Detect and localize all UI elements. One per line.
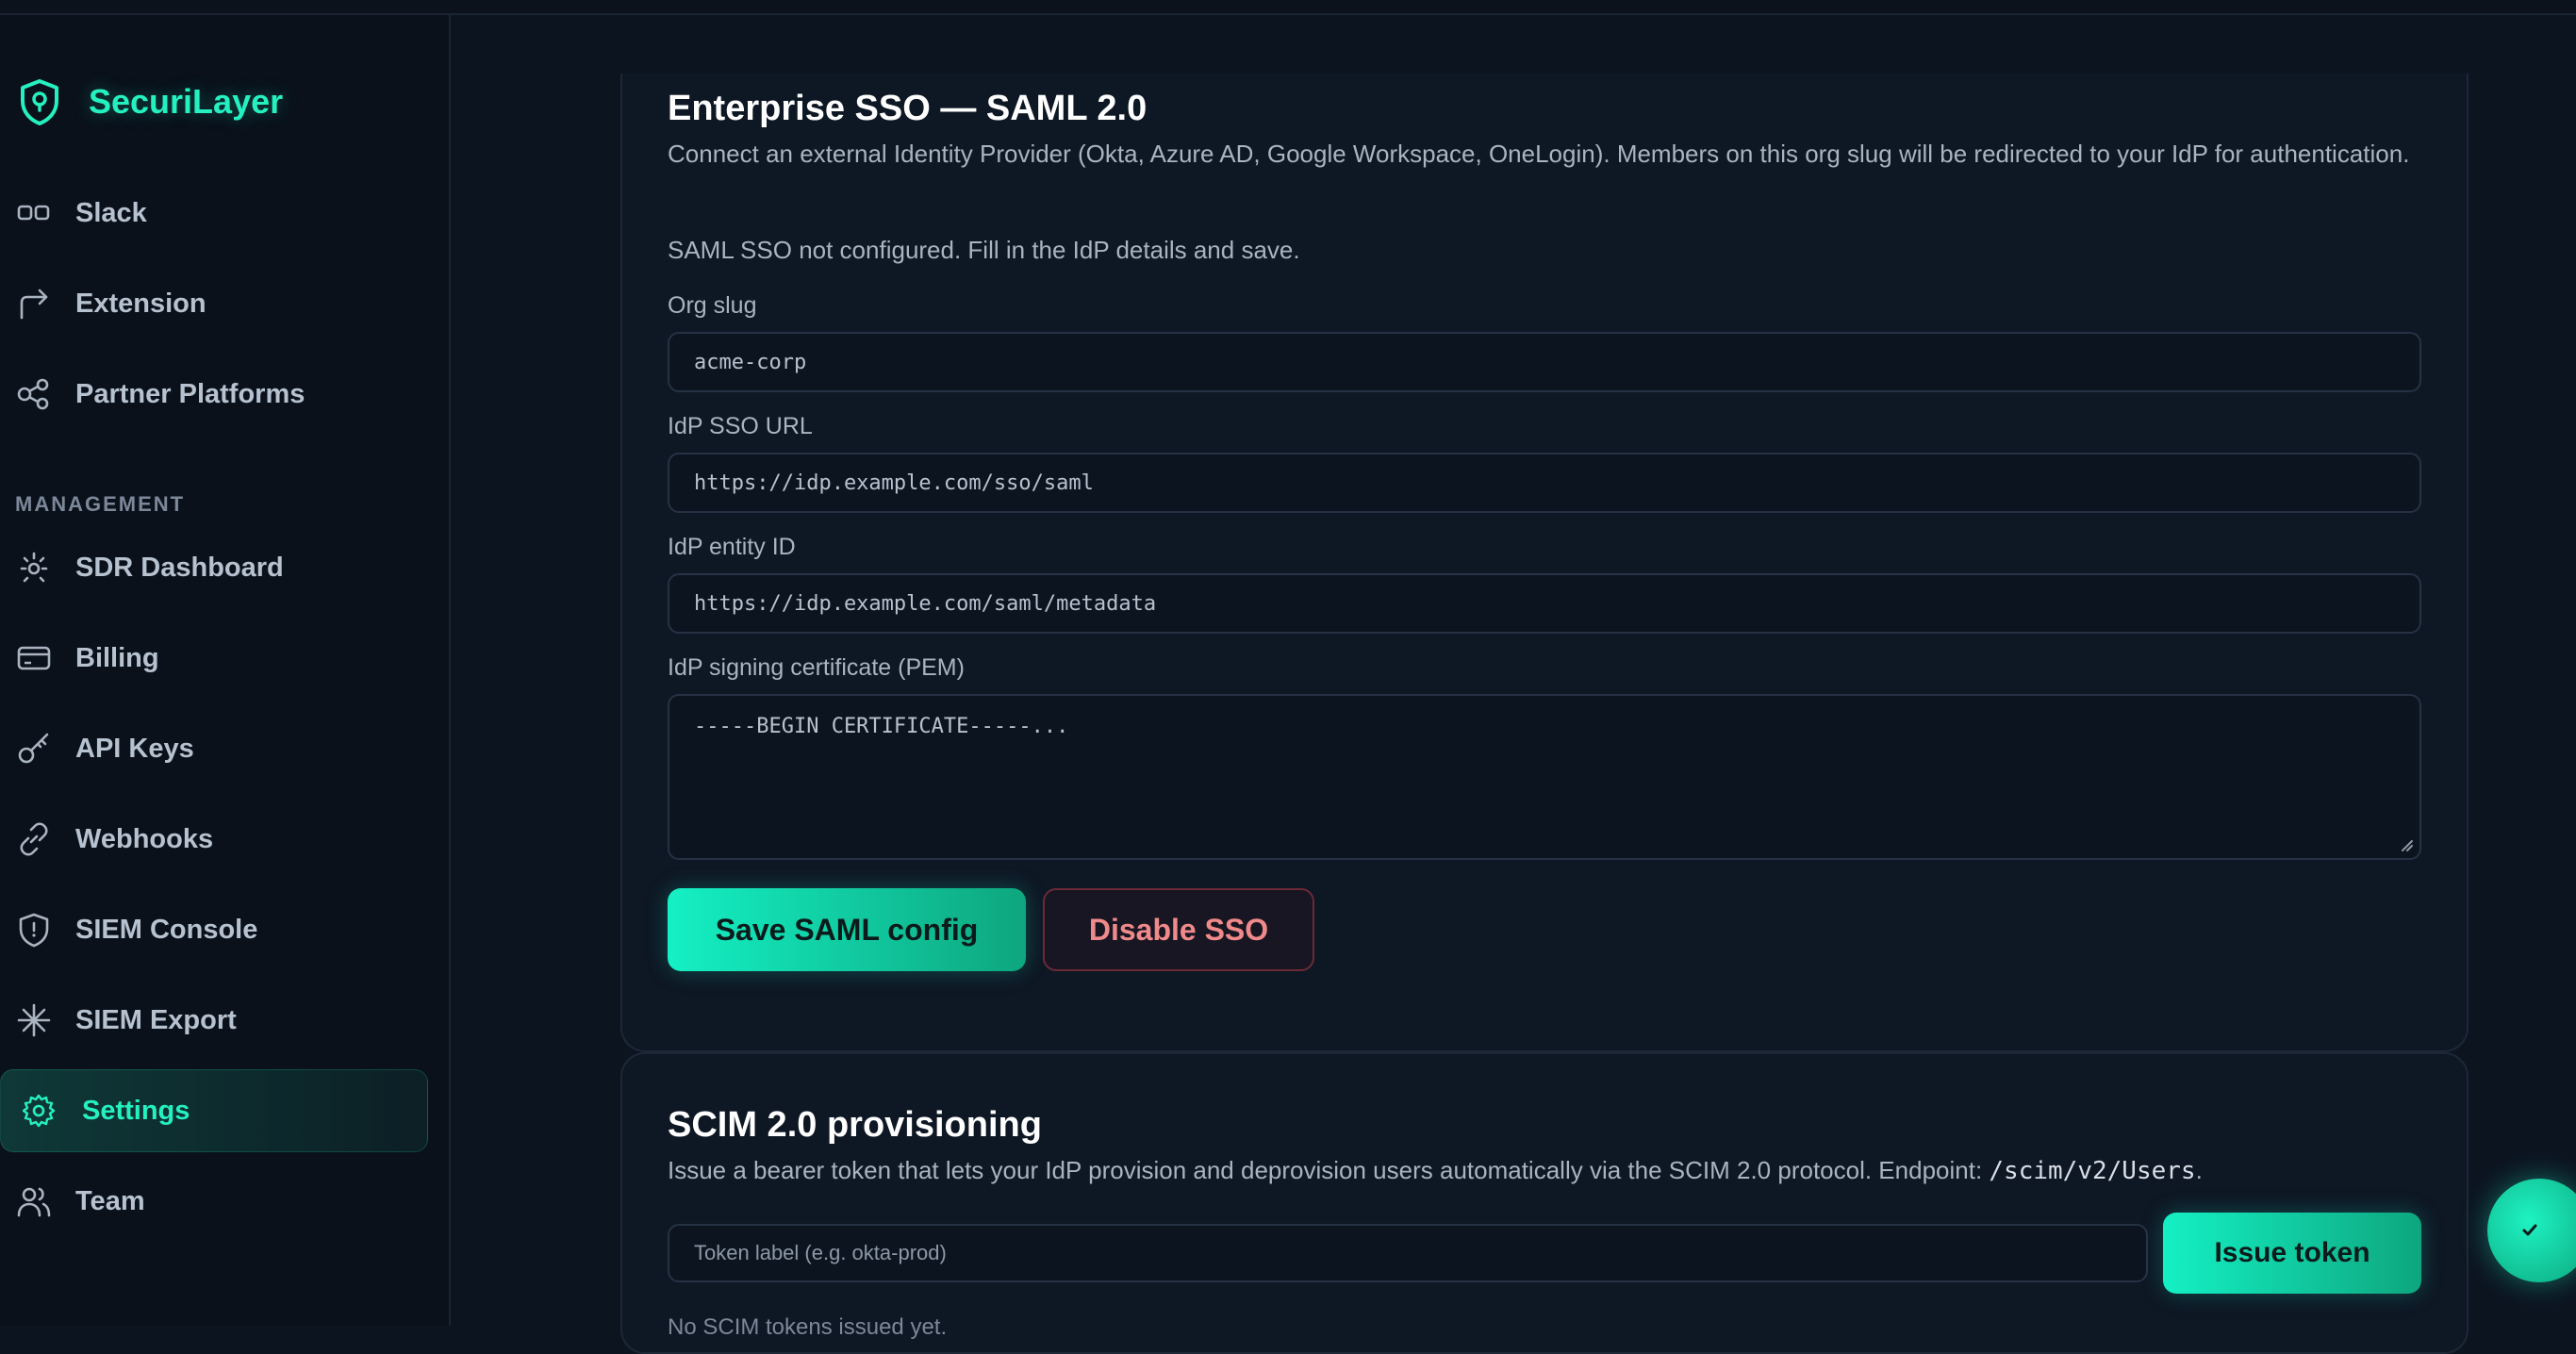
scim-card: SCIM 2.0 provisioning Issue a bearer tok… xyxy=(620,1052,2469,1354)
gear-icon xyxy=(20,1092,58,1130)
scim-token-status: No SCIM tokens issued yet. xyxy=(668,1314,948,1340)
sidebar: SecuriLayer Slack Extension Partner Plat… xyxy=(0,15,451,1326)
sso-status: SAML SSO not configured. Fill in the IdP… xyxy=(668,236,1300,264)
nodes-icon xyxy=(15,375,53,413)
issue-token-button[interactable]: Issue token xyxy=(2163,1213,2421,1294)
slack-icon xyxy=(15,194,53,232)
scim-title: SCIM 2.0 provisioning xyxy=(668,1105,1042,1145)
token-label-input[interactable]: Token label (e.g. okta-prod) xyxy=(668,1224,2148,1282)
users-icon xyxy=(15,1182,53,1220)
key-icon xyxy=(15,730,53,768)
top-bar xyxy=(0,0,2576,15)
sidebar-item-label: SDR Dashboard xyxy=(75,552,284,583)
shield-logo-icon xyxy=(19,78,60,125)
entity-id-input[interactable]: https://idp.example.com/saml/metadata xyxy=(668,573,2421,634)
sidebar-item-siem-export[interactable]: SIEM Export xyxy=(0,979,428,1062)
sidebar-item-slack[interactable]: Slack xyxy=(0,172,428,255)
sidebar-item-team[interactable]: Team xyxy=(0,1160,428,1243)
sidebar-item-siem-console[interactable]: SIEM Console xyxy=(0,888,428,971)
sso-url-label: IdP SSO URL xyxy=(668,413,813,439)
sidebar-item-label: Partner Platforms xyxy=(75,378,305,409)
floating-action-button[interactable] xyxy=(2487,1179,2576,1282)
save-saml-button[interactable]: Save SAML config xyxy=(668,888,1026,971)
brand[interactable]: SecuriLayer xyxy=(19,75,283,128)
org-slug-input[interactable]: acme-corp xyxy=(668,332,2421,392)
sidebar-item-label: SIEM Console xyxy=(75,914,258,945)
brand-name: SecuriLayer xyxy=(89,82,284,121)
shield-icon xyxy=(15,911,53,949)
sidebar-item-label: Webhooks xyxy=(75,823,214,854)
sidebar-item-label: Billing xyxy=(75,642,159,673)
scim-description: Issue a bearer token that lets your IdP … xyxy=(668,1152,2412,1189)
link-icon xyxy=(15,820,53,858)
sso-url-input[interactable]: https://idp.example.com/sso/saml xyxy=(668,453,2421,513)
section-label-management: MANAGEMENT xyxy=(15,492,186,516)
saml-sso-card: Enterprise SSO — SAML 2.0 Connect an ext… xyxy=(620,74,2469,1052)
scim-description-text: Issue a bearer token that lets your IdP … xyxy=(668,1156,1990,1184)
asterisk-icon xyxy=(15,1001,53,1039)
resize-grip-icon[interactable] xyxy=(2397,835,2414,852)
org-slug-label: Org slug xyxy=(668,292,757,319)
sidebar-item-label: Team xyxy=(75,1185,145,1216)
entity-id-label: IdP entity ID xyxy=(668,534,796,560)
sidebar-item-label: API Keys xyxy=(75,733,194,764)
sso-title: Enterprise SSO — SAML 2.0 xyxy=(668,89,1148,128)
scim-description-end: . xyxy=(2195,1156,2203,1184)
sidebar-item-billing[interactable]: Billing xyxy=(0,617,428,700)
scim-endpoint: /scim/v2/Users xyxy=(1989,1157,2196,1185)
check-icon xyxy=(2522,1224,2537,1236)
sidebar-item-label: Extension xyxy=(75,288,206,319)
sun-spark-icon xyxy=(15,549,53,586)
sidebar-item-partner-platforms[interactable]: Partner Platforms xyxy=(0,353,428,436)
sidebar-item-api-keys[interactable]: API Keys xyxy=(0,707,428,790)
credit-card-icon xyxy=(15,639,53,677)
certificate-label: IdP signing certificate (PEM) xyxy=(668,654,965,681)
share-arrow-icon xyxy=(15,285,53,322)
sso-description: Connect an external Identity Provider (O… xyxy=(668,140,2410,168)
disable-sso-button[interactable]: Disable SSO xyxy=(1043,888,1314,971)
sidebar-item-label: SIEM Export xyxy=(75,1004,237,1035)
certificate-textarea[interactable]: -----BEGIN CERTIFICATE-----... xyxy=(668,694,2421,860)
sidebar-item-extension[interactable]: Extension xyxy=(0,262,428,345)
sidebar-item-webhooks[interactable]: Webhooks xyxy=(0,798,428,881)
sidebar-item-label: Slack xyxy=(75,197,147,228)
certificate-placeholder: -----BEGIN CERTIFICATE-----... xyxy=(694,715,1069,738)
sidebar-item-label: Settings xyxy=(82,1095,190,1126)
sidebar-item-sdr-dashboard[interactable]: SDR Dashboard xyxy=(0,526,428,609)
sidebar-item-settings[interactable]: Settings xyxy=(0,1069,428,1152)
